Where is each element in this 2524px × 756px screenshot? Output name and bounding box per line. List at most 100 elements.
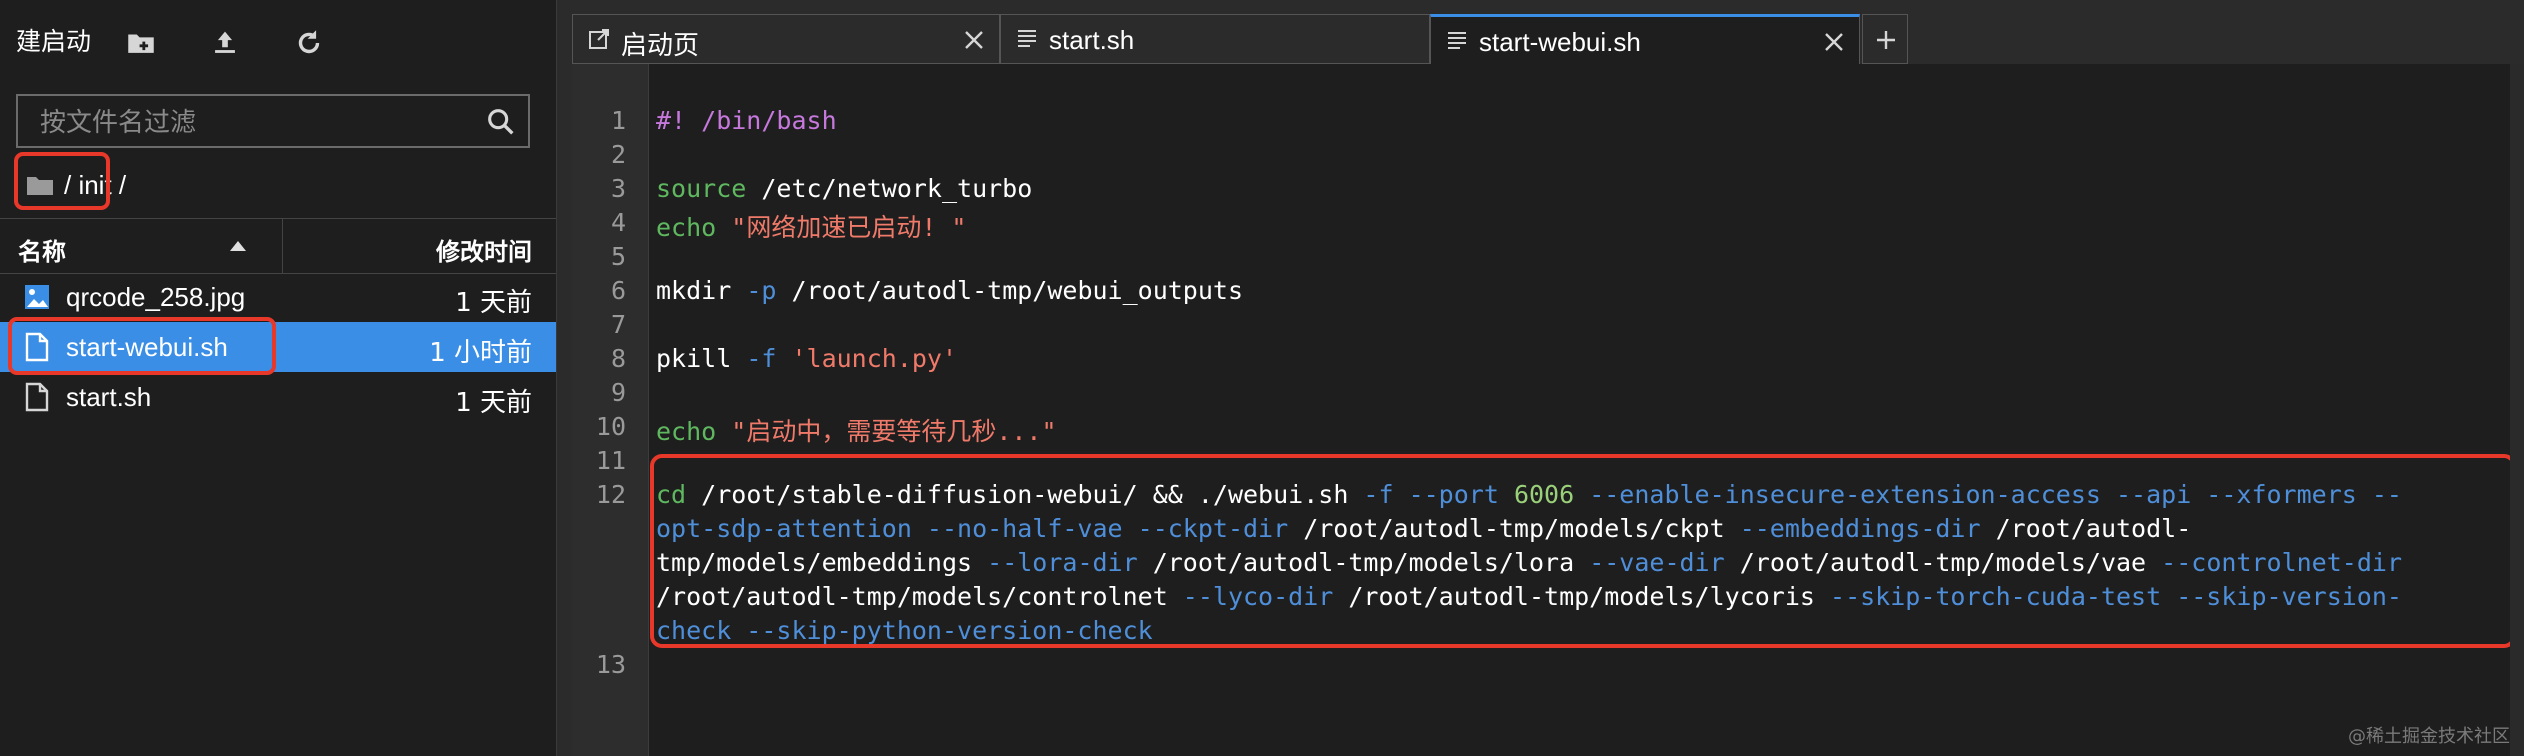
code-line-1: #! /bin/bash	[656, 106, 837, 135]
file-name: start-webui.sh	[66, 332, 228, 362]
tab-label: start-webui.sh	[1479, 27, 1641, 57]
code-line-12-row-1: cd /root/stable-diffusion-webui/ && ./we…	[656, 480, 2402, 509]
editor-tab-bar: 启动页 start.sh start-webui.sh	[572, 14, 2524, 64]
text-lines-icon	[1015, 27, 1039, 51]
line-number: 6	[610, 276, 626, 305]
keyword: echo	[656, 213, 717, 242]
string-literal: 'launch.py'	[776, 344, 958, 373]
file-mtime: 1 小时前	[429, 338, 532, 368]
filter-search-box	[16, 94, 530, 148]
line-number: 3	[610, 174, 626, 203]
code-text: /root/autodl-tmp/models/controlnet	[656, 582, 1183, 611]
flag: check --skip-python-version-check	[656, 616, 1153, 645]
search-icon[interactable]	[484, 105, 518, 139]
code-area[interactable]: #! /bin/bash source /etc/network_turbo e…	[656, 64, 2516, 756]
close-icon[interactable]	[1823, 29, 1845, 51]
document-file-icon	[24, 332, 50, 362]
keyword: source	[656, 174, 747, 203]
image-file-icon	[24, 282, 50, 312]
close-icon[interactable]	[963, 27, 985, 49]
line-number: 12	[595, 480, 626, 509]
code-text: tmp/models/embeddings	[656, 548, 988, 577]
code-text: /root/autodl-tmp/models/lora	[1137, 548, 1590, 577]
code-line-6: mkdir -p /root/autodl-tmp/webui_outputs	[656, 276, 1243, 305]
line-number-gutter: 1 2 3 4 5 6 7 8 9 10 11 12 13	[572, 64, 649, 756]
file-mtime: 1 天前	[455, 288, 532, 318]
code-line-8: pkill -f 'launch.py'	[656, 344, 957, 373]
column-divider[interactable]	[282, 219, 283, 273]
line-number: 5	[610, 242, 626, 271]
code-text: /root/autodl-tmp/models/ckpt	[1288, 514, 1740, 543]
new-folder-icon[interactable]	[124, 26, 158, 60]
tab-label: 启动页	[621, 30, 700, 60]
number-literal: 6006	[1498, 480, 1590, 509]
line-number: 11	[595, 446, 626, 475]
breadcrumb-path[interactable]: / init /	[64, 170, 126, 201]
line-number: 7	[610, 310, 626, 339]
code-text: /root/autodl-	[1980, 514, 2192, 543]
file-mtime: 1 天前	[455, 388, 532, 418]
code-line-12-row-3: tmp/models/embeddings --lora-dir /root/a…	[656, 548, 2402, 577]
column-name[interactable]: 名称	[18, 232, 66, 267]
file-list-header: 名称 修改时间	[0, 218, 556, 274]
flag: --enable-insecure-extension-access --api…	[1589, 480, 2402, 509]
document-file-icon	[24, 382, 50, 412]
flag: --controlnet-dir	[2161, 548, 2402, 577]
line-number: 1	[610, 106, 626, 135]
sort-ascending-icon[interactable]	[230, 241, 246, 251]
file-row-qrcode[interactable]: qrcode_258.jpg 1 天前	[0, 272, 556, 322]
add-tab-button[interactable]	[1862, 14, 1908, 64]
launcher-label[interactable]: 建启动	[16, 22, 91, 58]
flag: --lora-dir	[987, 548, 1138, 577]
line-number: 9	[610, 378, 626, 407]
refresh-icon[interactable]	[292, 26, 326, 60]
line-number: 8	[610, 344, 626, 373]
keyword: echo	[656, 417, 717, 446]
flag: --lyco-dir	[1182, 582, 1334, 611]
code-text: /root/autodl-tmp/models/vae	[1724, 548, 2162, 577]
tab-label: start.sh	[1049, 25, 1135, 55]
line-number: 4	[610, 208, 626, 237]
shebang: #! /bin/bash	[656, 106, 837, 135]
flag: --skip-torch-cuda-test --skip-version-	[1830, 582, 2402, 611]
column-modified-time[interactable]: 修改时间	[436, 232, 532, 267]
text-lines-icon	[1445, 29, 1469, 53]
line-number: 13	[595, 650, 626, 679]
flag: -f --port	[1363, 480, 1499, 509]
filter-input[interactable]	[38, 104, 462, 142]
code-text: /root/stable-diffusion-webui/ && ./webui…	[686, 480, 1364, 509]
breadcrumb[interactable]: / init /	[26, 160, 126, 210]
code-text: /root/autodl-tmp/models/lycoris	[1333, 582, 1831, 611]
flag: -f	[746, 344, 777, 373]
code-line-10: echo "启动中，需要等待几秒..."	[656, 412, 1057, 448]
code-text: /etc/network_turbo	[746, 174, 1033, 203]
line-number: 10	[595, 412, 626, 441]
string-literal: "网络加速已启动! "	[716, 213, 967, 242]
file-name: qrcode_258.jpg	[66, 282, 246, 312]
line-number: 2	[610, 140, 626, 169]
tab-launcher[interactable]: 启动页	[572, 14, 1000, 64]
file-row-start-webui[interactable]: start-webui.sh 1 小时前	[0, 322, 556, 372]
upload-icon[interactable]	[208, 26, 242, 60]
code-text: /root/autodl-tmp/webui_outputs	[776, 276, 1244, 305]
file-row-start[interactable]: start.sh 1 天前	[0, 372, 556, 422]
external-page-icon	[587, 27, 611, 51]
flag: --vae-dir	[1589, 548, 1725, 577]
flag: -p	[746, 276, 777, 305]
file-browser-panel: 建启动 / init / 名称 修改时间 qrcode_258.jpg 1 天前	[0, 0, 557, 756]
keyword: cd	[656, 480, 687, 509]
plus-icon	[1877, 31, 1895, 49]
string-literal: "启动中，需要等待几秒..."	[716, 417, 1057, 446]
file-name: start.sh	[66, 382, 152, 412]
code-line-3: source /etc/network_turbo	[656, 174, 1032, 203]
tab-start-sh[interactable]: start.sh	[1000, 14, 1430, 64]
code-editor: 启动页 start.sh start-webui.sh 1 2 3 4 5 6 …	[572, 14, 2524, 756]
watermark: @稀土掘金技术社区	[2348, 726, 2510, 747]
tab-start-webui-sh[interactable]: start-webui.sh	[1430, 14, 1860, 64]
vertical-scrollbar[interactable]	[2510, 64, 2524, 756]
code-line-12-row-5: check --skip-python-version-check	[656, 616, 1153, 645]
code-line-12-row-2: opt-sdp-attention --no-half-vae --ckpt-d…	[656, 514, 2191, 543]
code-line-4: echo "网络加速已启动! "	[656, 208, 966, 244]
folder-icon	[27, 177, 53, 195]
code-text: mkdir	[656, 276, 747, 305]
